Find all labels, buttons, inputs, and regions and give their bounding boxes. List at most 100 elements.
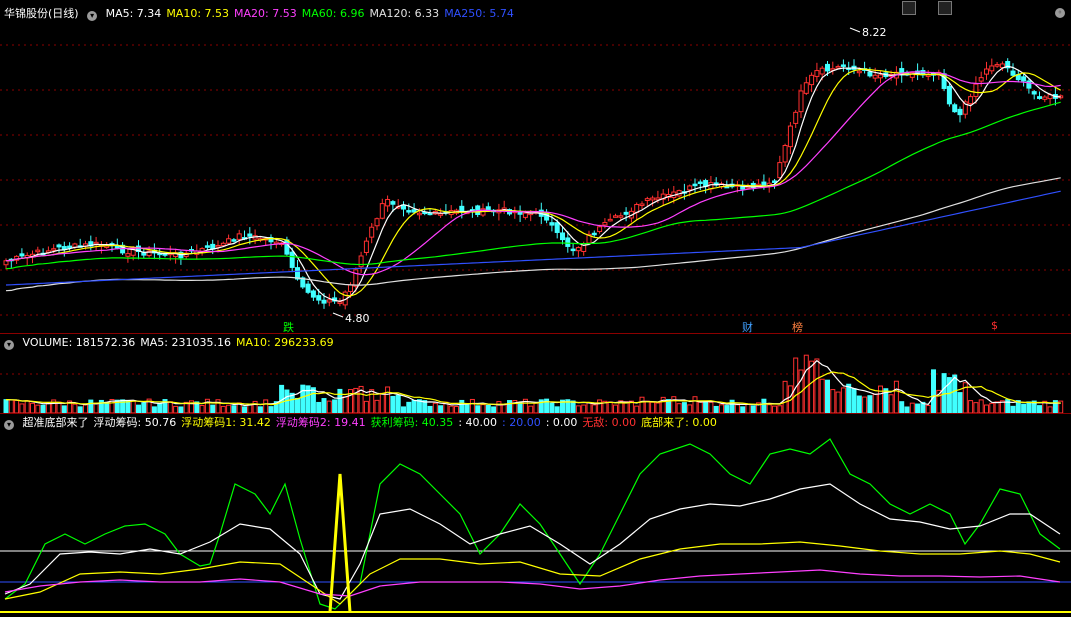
volume-panel[interactable]: ▾ VOLUME: 181572.36 MA5: 231035.16 MA10: 2…	[0, 333, 1071, 414]
candle-up	[803, 82, 809, 94]
volume-bar	[814, 358, 820, 414]
candle-up	[236, 233, 242, 240]
volume-bar	[432, 402, 438, 414]
indicator-legend-item-3: 浮动筹码2: 19.41	[275, 416, 366, 429]
volume-bar	[72, 403, 78, 414]
low-pointer	[332, 312, 344, 318]
candle-up	[3, 260, 9, 266]
volume-bar	[734, 404, 740, 414]
candle-up	[35, 249, 41, 253]
candle-up	[639, 203, 645, 206]
candle-up	[369, 226, 375, 238]
candle-up	[687, 185, 693, 191]
candle-down	[406, 210, 412, 213]
volume-bar	[925, 404, 931, 414]
candle-down	[390, 201, 396, 205]
collapse-icon[interactable]: ▾	[87, 11, 98, 21]
volume-bar	[851, 388, 857, 414]
candle-up	[793, 111, 799, 124]
candle-up	[968, 96, 974, 105]
collapse-icon[interactable]: ▾	[4, 340, 14, 350]
candle-down	[570, 248, 576, 252]
volume-bar	[93, 402, 99, 414]
candle-up	[835, 66, 841, 69]
volume-bar	[994, 401, 1000, 414]
candle-up	[989, 65, 995, 72]
volume-bar	[952, 374, 958, 414]
volume-bar	[862, 396, 868, 414]
volume-bar	[35, 404, 41, 414]
volume-bar	[326, 400, 332, 414]
price-chart[interactable]: 8.22 4.80	[0, 0, 1071, 333]
candle-up	[994, 64, 1000, 67]
volume-bar	[438, 405, 444, 414]
window-option-icon[interactable]	[938, 1, 952, 15]
candle-down	[427, 212, 433, 216]
candle-down	[623, 211, 629, 215]
volume-bar	[136, 404, 141, 414]
volume-bar	[750, 405, 756, 414]
volume-bar	[1037, 405, 1042, 414]
volume-bar	[708, 401, 714, 414]
volume-bar	[300, 384, 306, 414]
volume-bar	[613, 404, 618, 414]
candle-up	[416, 212, 422, 216]
volume-bar	[1021, 403, 1027, 414]
volume-bar	[533, 402, 539, 414]
volume-bar	[310, 387, 316, 414]
volume-bar	[464, 404, 470, 414]
candle-up	[220, 242, 226, 246]
volume-bar	[973, 402, 979, 414]
volume-bar	[549, 402, 555, 414]
price-panel[interactable]: 8.22 4.80 华锦股份(日线) ▾ MA5: 7.34 MA10: 7.53 M…	[0, 0, 1071, 334]
volume-bar	[591, 404, 597, 414]
settings-icon[interactable]: ◦	[1055, 8, 1065, 18]
indicator-legend: ▾ 超准底部来了 浮动筹码: 50.76 浮动筹码1: 31.42 浮动筹码2: 19…	[4, 416, 722, 430]
indicator-legend-item-8: 无敌: 0.00	[582, 416, 637, 429]
candle-up	[597, 226, 603, 233]
ma250-line	[5, 190, 1061, 286]
volume-bar	[480, 404, 486, 414]
volume-bar	[634, 405, 640, 414]
window-restore-icon[interactable]	[902, 1, 916, 15]
candle-up	[337, 301, 343, 304]
indicator-panel[interactable]: ▾ 超准底部来了 浮动筹码: 50.76 浮动筹码1: 31.42 浮动筹码2: 19…	[0, 413, 1071, 617]
indicator-chart[interactable]	[0, 414, 1071, 617]
collapse-icon[interactable]: ▾	[4, 420, 14, 430]
candle-down	[772, 180, 777, 183]
volume-bar	[88, 399, 94, 414]
candle-down	[310, 290, 316, 298]
candle-up	[613, 215, 618, 218]
candle-up	[363, 240, 369, 254]
candle-up	[856, 70, 862, 74]
candle-up	[374, 218, 380, 227]
volume-bar	[968, 400, 974, 414]
volume-bar	[104, 401, 110, 414]
ma-legend-item-2: MA20: 7.53	[234, 7, 297, 20]
volume-bar	[8, 399, 14, 414]
candle-up	[787, 125, 793, 148]
high-label: 8.22	[862, 26, 887, 39]
volume-bar	[915, 403, 921, 414]
volume-bar	[878, 385, 883, 414]
candle-down	[549, 222, 555, 226]
volume-bar	[295, 397, 300, 414]
candle-down	[565, 237, 571, 247]
volume-bar	[337, 388, 343, 414]
volume-bar	[390, 395, 396, 414]
volume-bar	[888, 394, 894, 414]
volume-bar	[475, 405, 481, 414]
candle-down	[305, 283, 311, 293]
bottom-signal-spike	[328, 473, 352, 613]
volume-bar	[30, 402, 35, 414]
candle-up	[809, 74, 815, 86]
candle-up	[999, 63, 1005, 69]
volume-bar	[856, 395, 862, 414]
candle-up	[51, 248, 57, 251]
ma-legend-item-5: MA250: 5.74	[444, 7, 514, 20]
volume-bar	[501, 404, 507, 414]
volume-bar	[379, 392, 385, 414]
volume-bar	[1010, 405, 1016, 414]
marker-dollar: $	[991, 319, 998, 332]
candle-down	[840, 64, 846, 67]
